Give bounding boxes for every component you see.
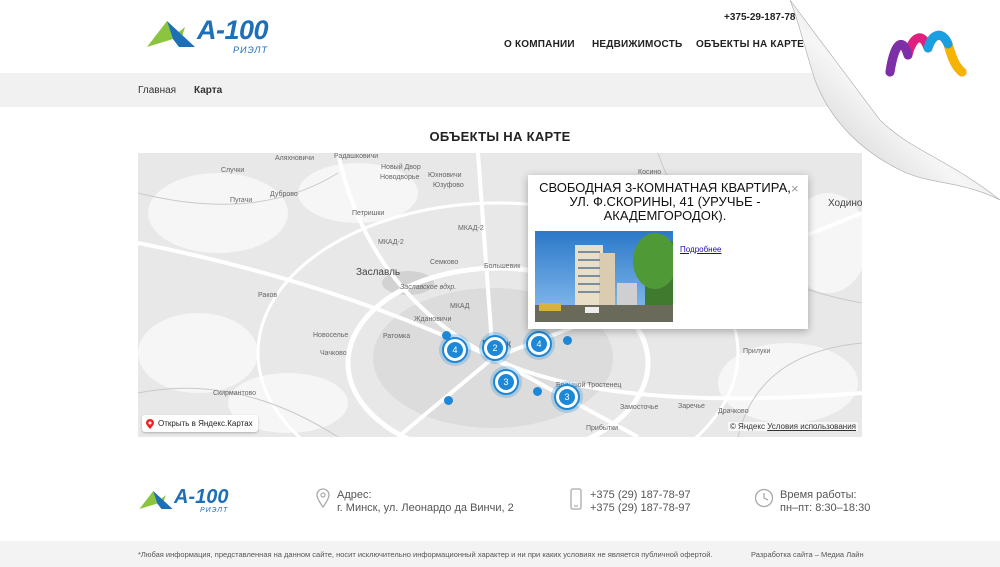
clock-icon bbox=[754, 488, 774, 508]
hours-label: Время работы: bbox=[780, 489, 857, 501]
map-label: Прилуки bbox=[743, 348, 771, 355]
nav-map-objects[interactable]: ОБЪЕКТЫ НА КАРТЕ bbox=[696, 39, 804, 50]
nav-realty[interactable]: НЕДВИЖИМОСТЬ bbox=[592, 39, 682, 50]
map-cluster[interactable]: 4 bbox=[526, 331, 552, 357]
map-cluster[interactable]: 3 bbox=[493, 369, 519, 395]
yandex-copyright: © Яндекс bbox=[729, 422, 765, 431]
map-label: Заславль bbox=[356, 267, 401, 278]
map-marker[interactable] bbox=[533, 387, 542, 396]
developer-link[interactable]: Разработка сайта – Медиа Лайн bbox=[751, 550, 864, 559]
open-in-yandex-label: Открыть в Яндекс.Картах bbox=[158, 419, 253, 428]
map-cluster[interactable]: 4 bbox=[442, 337, 468, 363]
logo-text: А-100 bbox=[197, 15, 269, 45]
disclaimer-text: *Любая информация, представленная на дан… bbox=[138, 550, 713, 559]
map-label: Заречье bbox=[678, 403, 705, 410]
popup-title: СВОБОДНАЯ 3-КОМНАТНАЯ КВАРТИРА, УЛ. Ф.СК… bbox=[539, 180, 791, 223]
map-label: Новоселье bbox=[313, 332, 349, 339]
map-label: Семково bbox=[430, 259, 459, 266]
map-label: Дуброво bbox=[270, 191, 298, 198]
header-phone[interactable]: +375-29-187-78 bbox=[724, 12, 795, 23]
map-label: Петришки bbox=[352, 210, 385, 217]
footer-logo-text: А-100 bbox=[174, 486, 229, 508]
map-pin-icon bbox=[146, 418, 154, 429]
logo-subtitle: РИЭЛТ bbox=[233, 45, 268, 55]
map-label: Радашковичи bbox=[334, 153, 379, 160]
footer-logo-subtitle: РИЭЛТ bbox=[200, 507, 229, 514]
map-label: Драчково bbox=[718, 408, 749, 415]
map-cluster[interactable]: 3 bbox=[554, 384, 580, 410]
address-label: Адрес: bbox=[337, 489, 372, 501]
logo-mark-icon bbox=[139, 491, 173, 509]
logo-mark-icon bbox=[147, 21, 195, 47]
hours-value: пн–пт: 8:30–18:30 bbox=[780, 502, 871, 514]
map-marker[interactable] bbox=[563, 336, 572, 345]
map-marker[interactable] bbox=[444, 396, 453, 405]
map-label: Случки bbox=[221, 167, 245, 174]
footer-phone-1[interactable]: +375 (29) 187-78-97 bbox=[590, 489, 691, 502]
phone-icon bbox=[570, 488, 582, 510]
map-label: Ждановичи bbox=[414, 316, 452, 323]
location-icon bbox=[316, 488, 330, 508]
map-cluster[interactable]: 2 bbox=[482, 335, 508, 361]
terms-of-use-link[interactable]: Условия использования bbox=[767, 422, 856, 431]
open-in-yandex-button[interactable]: Открыть в Яндекс.Картах bbox=[142, 415, 258, 432]
address-value: г. Минск, ул. Леонардо да Винчи, 2 bbox=[337, 502, 514, 514]
map-label: Пугачи bbox=[230, 197, 253, 204]
map-label: Заславское вдхр. bbox=[400, 284, 457, 291]
map-label: Чачково bbox=[320, 350, 347, 357]
footer-phone-2[interactable]: +375 (29) 187-78-97 bbox=[590, 502, 691, 515]
property-photo bbox=[535, 231, 673, 322]
map-label: Новодворье bbox=[380, 174, 420, 181]
map-label: Замосточье bbox=[620, 404, 659, 411]
map-label: МКАД-2 bbox=[378, 239, 404, 246]
map-label: Новый Двор bbox=[381, 164, 421, 171]
map-label: МКАД-2 bbox=[458, 225, 484, 232]
breadcrumb-current: Карта bbox=[194, 85, 223, 96]
map-label: Ратомка bbox=[383, 333, 411, 340]
footer-hours: Время работы: пн–пт: 8:30–18:30 bbox=[780, 489, 870, 515]
map-label: Скирмантово bbox=[213, 390, 257, 397]
map-marker[interactable] bbox=[442, 331, 451, 340]
map-label: Раков bbox=[258, 292, 278, 299]
map-label: Юхновичи bbox=[428, 172, 462, 179]
page-curl-ad-icon[interactable] bbox=[790, 0, 1000, 200]
more-details-link[interactable]: Подробнее bbox=[680, 245, 722, 254]
site-logo[interactable]: А-100 РИЭЛТ bbox=[145, 14, 295, 55]
footer-logo[interactable]: А-100 РИЭЛТ bbox=[138, 486, 248, 516]
map-label: Юзуфово bbox=[433, 182, 464, 189]
footer-bottom-bar: *Любая информация, представленная на дан… bbox=[0, 541, 1000, 567]
footer-address: Адрес: г. Минск, ул. Леонардо да Винчи, … bbox=[337, 489, 514, 515]
map-label: Прибытки bbox=[586, 425, 619, 432]
breadcrumb-home[interactable]: Главная bbox=[138, 85, 176, 96]
map-label: Большевик bbox=[484, 263, 521, 270]
map-label: МКАД bbox=[450, 303, 470, 310]
nav-about[interactable]: О КОМПАНИИ bbox=[504, 39, 575, 50]
footer-phones: +375 (29) 187-78-97 +375 (29) 187-78-97 bbox=[590, 489, 691, 515]
map-balloon-popup: СВОБОДНАЯ 3-КОМНАТНАЯ КВАРТИРА, УЛ. Ф.СК… bbox=[528, 175, 808, 329]
map-copyright: © Яндекс Условия использования bbox=[727, 422, 858, 431]
building-photo-icon bbox=[535, 231, 673, 322]
map-label: Аляхновичи bbox=[275, 155, 314, 162]
